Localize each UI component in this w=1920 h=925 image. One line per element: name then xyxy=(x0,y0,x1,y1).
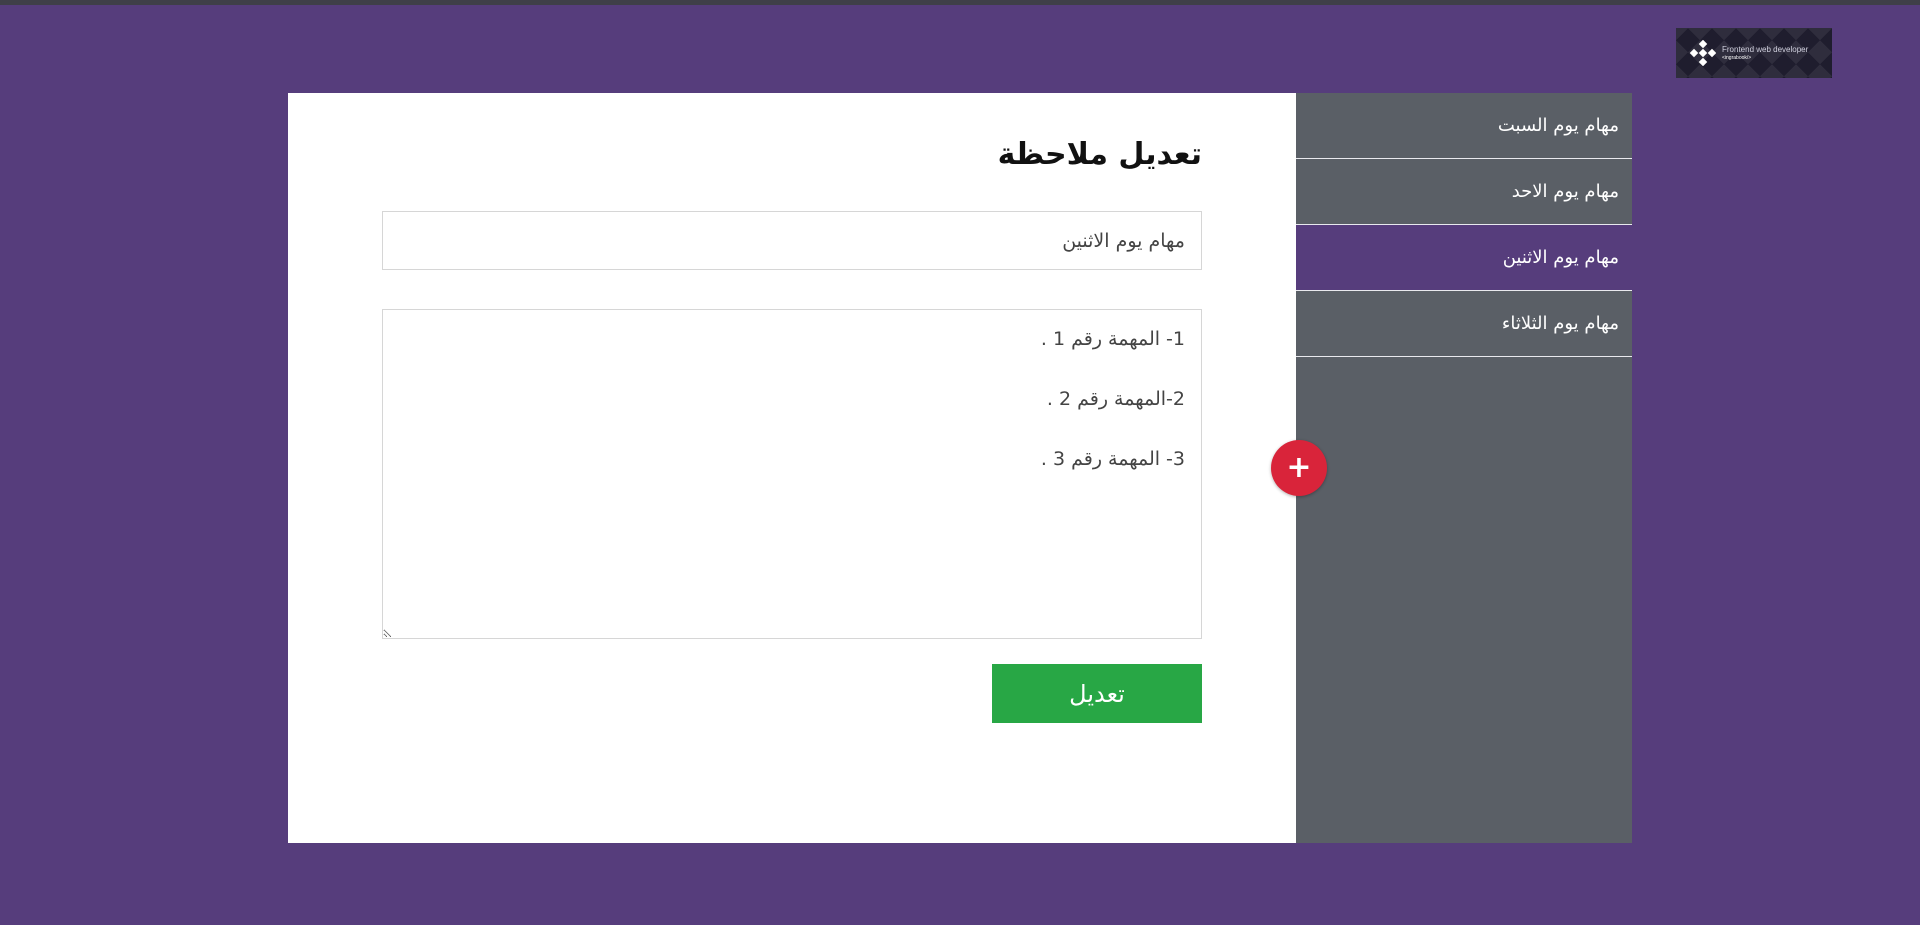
notes-app: مهام يوم السبت مهام يوم الاحد مهام يوم ا… xyxy=(288,93,1632,843)
page-title: تعديل ملاحظة xyxy=(997,137,1202,172)
logo-line-2: <ingrabook/> xyxy=(1722,54,1752,61)
sidebar-item-label: مهام يوم السبت xyxy=(1497,115,1619,136)
sidebar-item-label: مهام يوم الاثنين xyxy=(1502,247,1619,268)
logo-mark-icon xyxy=(1689,39,1717,67)
sidebar-item-saturday[interactable]: مهام يوم السبت xyxy=(1296,93,1632,159)
note-title-input[interactable] xyxy=(382,211,1202,270)
sidebar-item-tuesday[interactable]: مهام يوم الثلاثاء xyxy=(1296,291,1632,357)
sidebar-item-sunday[interactable]: مهام يوم الاحد xyxy=(1296,159,1632,225)
note-body-line: 2-المهمة رقم 2 . xyxy=(1046,388,1185,410)
notes-sidebar: مهام يوم السبت مهام يوم الاحد مهام يوم ا… xyxy=(1296,93,1632,843)
note-body-textarea[interactable]: 1- المهمة رقم 1 . 2-المهمة رقم 2 . 3- ال… xyxy=(382,309,1202,639)
edit-submit-button[interactable]: تعديل xyxy=(992,664,1202,723)
window-top-bar xyxy=(0,0,1920,5)
sidebar-item-label: مهام يوم الاحد xyxy=(1511,181,1619,202)
add-note-button[interactable]: + xyxy=(1271,440,1327,496)
brand-logo: Frontend web developer <ingrabook/> xyxy=(1676,28,1832,78)
note-body-line: 1- المهمة رقم 1 . xyxy=(1040,328,1185,350)
sidebar-item-label: مهام يوم الثلاثاء xyxy=(1501,313,1619,334)
plus-icon: + xyxy=(1286,450,1312,485)
sidebar-item-monday[interactable]: مهام يوم الاثنين xyxy=(1296,225,1632,291)
logo-text: Frontend web developer <ingrabook/> xyxy=(1722,44,1809,61)
note-editor-panel: تعديل ملاحظة 1- المهمة رقم 1 . 2-المهمة … xyxy=(288,93,1296,843)
note-body-line: 3- المهمة رقم 3 . xyxy=(1040,448,1185,470)
logo-line-1: Frontend web developer xyxy=(1722,44,1809,54)
